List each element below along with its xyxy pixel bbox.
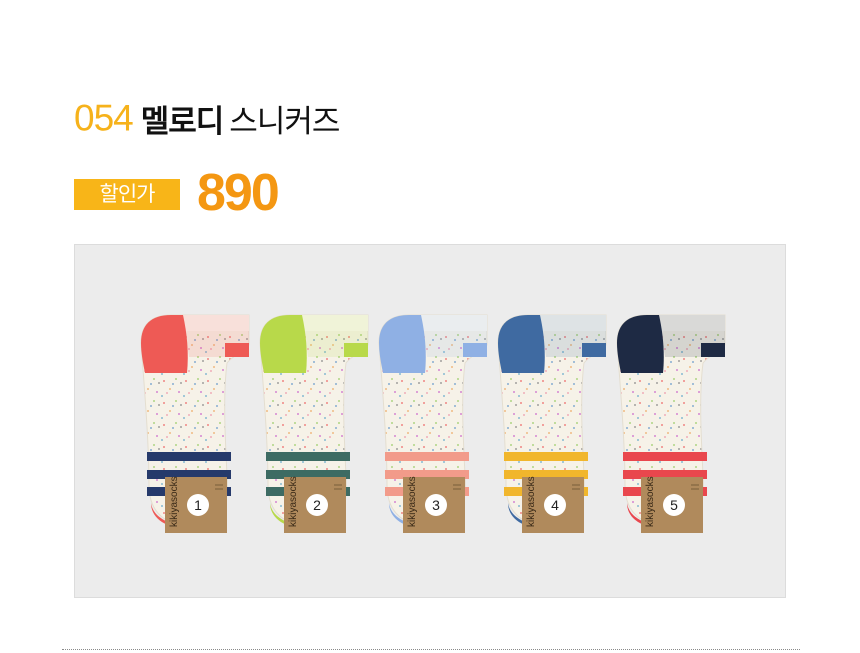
sock-heel <box>617 315 664 373</box>
sock-rim-edge <box>463 343 487 357</box>
sock-rim-edge <box>701 343 725 357</box>
tag-number: 1 <box>194 497 202 513</box>
sock-tag: kikiyasocks 3 <box>403 476 465 533</box>
tag-number: 5 <box>670 497 678 513</box>
sock-stripe <box>147 452 231 461</box>
sock-tag: kikiyasocks 5 <box>641 476 703 533</box>
sock-rim-edge <box>344 343 368 357</box>
sock-heel <box>141 315 188 373</box>
tag-number: 3 <box>432 497 440 513</box>
sock-rim-edge <box>582 343 606 357</box>
product-number: 054 <box>74 97 134 139</box>
tag-brand: kikiyasocks <box>645 476 656 527</box>
sock-rim-edge <box>225 343 249 357</box>
sock-heel <box>379 315 426 373</box>
sock-heel <box>260 315 307 373</box>
tag-brand: kikiyasocks <box>169 476 180 527</box>
sock-stripe <box>623 452 707 461</box>
sock-tag: kikiyasocks 1 <box>165 476 227 533</box>
sock-stripe <box>266 452 350 461</box>
tag-brand: kikiyasocks <box>288 476 299 527</box>
sock-1: kikiyasocks 1 <box>140 314 250 533</box>
product-name-light: 스니커즈 <box>229 104 340 140</box>
discount-badge: 할인가 <box>74 179 180 210</box>
sock-2: kikiyasocks 2 <box>259 314 369 533</box>
sock-3: kikiyasocks 3 <box>378 314 488 533</box>
product-photo: kikiyasocks 1 kikiyasocks 2 kikiyasocks 3 kiki… <box>74 244 786 598</box>
tag-number: 2 <box>313 497 321 513</box>
tag-brand: kikiyasocks <box>526 476 537 527</box>
sock-tag: kikiyasocks 2 <box>284 476 346 533</box>
sock-4: kikiyasocks 4 <box>497 314 607 533</box>
sock-5: kikiyasocks 5 <box>616 314 726 533</box>
tag-number: 4 <box>551 497 559 513</box>
sock-heel <box>498 315 545 373</box>
section-divider <box>62 649 800 650</box>
sock-tag: kikiyasocks 4 <box>522 476 584 533</box>
sock-stripe <box>385 452 469 461</box>
socks-illustration: kikiyasocks 1 kikiyasocks 2 kikiyasocks 3 kiki… <box>140 314 726 533</box>
tag-brand: kikiyasocks <box>407 476 418 527</box>
sock-stripe <box>504 452 588 461</box>
sale-price: 890 <box>197 164 280 222</box>
product-name-bold: 멜로디 <box>140 104 225 140</box>
product-title: 054 멜로디 스니커즈 <box>74 96 340 141</box>
